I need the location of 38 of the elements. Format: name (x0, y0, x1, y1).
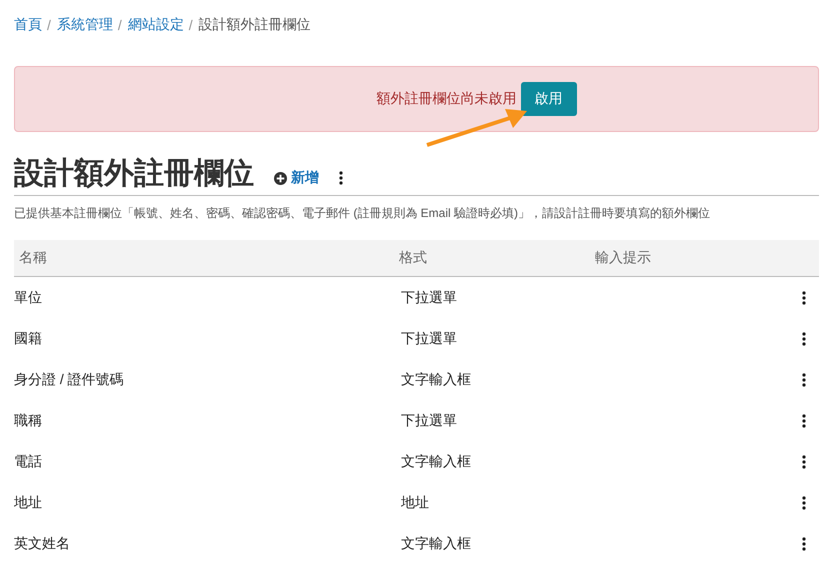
column-header: 輸入提示 (594, 249, 652, 267)
table-cell-text: 文字輸入框 (400, 370, 472, 388)
page-title: 設計額外註冊欄位 (14, 156, 254, 192)
table-cell-text: 單位 (14, 288, 43, 306)
plus-circle-icon (274, 172, 287, 184)
alert-message: 額外註冊欄位尚未啟用 (376, 90, 516, 108)
table-cell-text: 下拉選單 (400, 330, 458, 348)
column-header: 名稱 (18, 249, 48, 267)
more-icon[interactable] (802, 496, 806, 510)
table-cell-text: 文字輸入框 (400, 452, 472, 470)
more-icon[interactable] (802, 332, 806, 346)
table-cell-text: 文字輸入框 (400, 534, 472, 552)
more-icon[interactable] (802, 414, 806, 428)
breadcrumb-link[interactable]: 系統管理 (56, 16, 113, 34)
table-cell-text: 電話 (14, 452, 43, 470)
table-cell-text: 地址 (400, 494, 430, 512)
more-icon[interactable] (339, 171, 343, 185)
enable-button[interactable]: 啟用 (520, 82, 576, 116)
breadcrumb-separator: / (47, 17, 51, 33)
more-icon[interactable] (802, 372, 806, 386)
column-header: 格式 (398, 249, 428, 267)
table-cell-text: 身分證 / 證件號碼 (14, 370, 125, 388)
table-cell-text: 職稱 (14, 412, 43, 430)
table-cell-text: 英文姓名 (14, 534, 71, 552)
more-icon[interactable] (802, 536, 806, 550)
table-cell-text: 下拉選單 (400, 412, 458, 430)
breadcrumb-separator: / (188, 17, 193, 33)
add-link[interactable]: 新增 (274, 169, 319, 187)
table-cell-text: 地址 (14, 494, 43, 512)
table-cell-text: 下拉選單 (400, 288, 458, 306)
breadcrumb-separator: / (118, 17, 122, 33)
breadcrumb-current: 設計額外註冊欄位 (198, 16, 311, 34)
breadcrumb-link[interactable]: 首頁 (14, 16, 42, 34)
breadcrumb-link[interactable]: 網站設定 (128, 16, 184, 34)
more-icon[interactable] (802, 454, 806, 468)
more-icon[interactable] (802, 290, 806, 304)
table-cell-text: 國籍 (14, 330, 43, 348)
description-text: 已提供基本註冊欄位「帳號、姓名、密碼、確認密碼、電子郵件 (註冊規則為 Email 驗證時必填)」，請設計註冊時要填寫的額外欄位 (14, 205, 711, 222)
